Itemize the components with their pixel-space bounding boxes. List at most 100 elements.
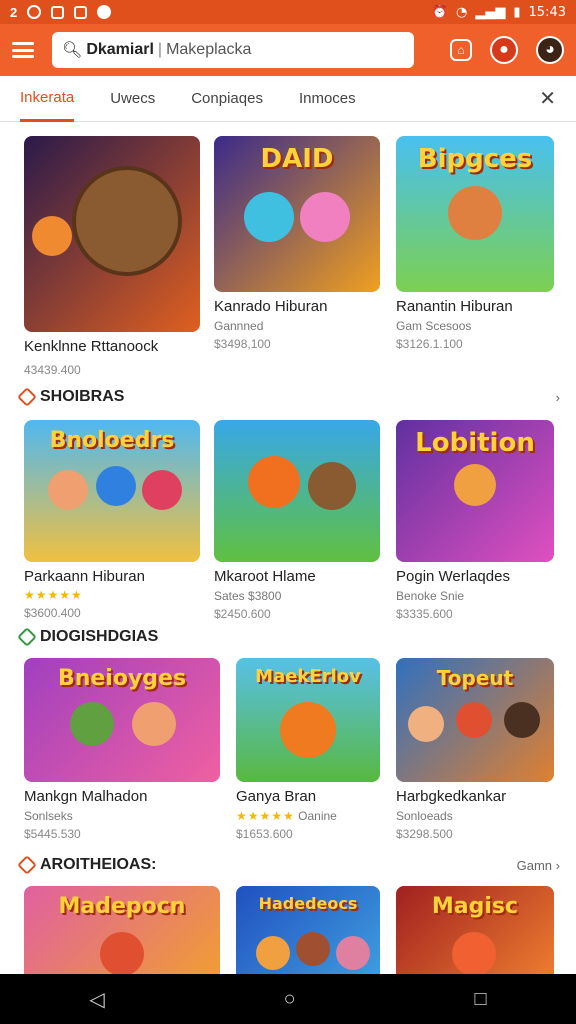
game-card[interactable]: MaekErlov Ganya Bran ★★★★★ Oanine $1653.… (236, 658, 380, 841)
notification-icon: 2 (10, 4, 18, 20)
game-category: Benoke Snie (396, 589, 465, 603)
game-price: $1653.600 (236, 827, 293, 841)
game-card[interactable]: Mkaroot Hlame Sates $3800 $2450.600 (214, 420, 380, 621)
game-name: Ganya Bran (236, 788, 317, 805)
game-card[interactable]: DAID Kanrado Hiburan Gannned $3498,100 (214, 136, 380, 351)
section-title: SHOIBRAS (40, 388, 125, 405)
battery-icon: ▮ (513, 4, 521, 20)
top-bar: 🔍︎ Dkamiarl | Makeplacka ⌂ ● ◕ (0, 24, 576, 76)
game-name: Mankgn Malhadon (24, 788, 148, 805)
game-card[interactable]: Topeut Harbgkedkankar Sonloeads $3298.50… (396, 658, 554, 841)
game-price: $3498,100 (214, 337, 271, 351)
mascot-image (244, 192, 294, 242)
game-thumbnail: Bipgces (396, 136, 554, 292)
game-thumbnail (214, 420, 380, 562)
cart-icon[interactable]: ⌂ (450, 39, 472, 61)
game-thumbnail: Bnoloedrs (24, 420, 200, 562)
mascot-image (48, 470, 88, 510)
game-name: Kenklnne Rttanoock (24, 338, 159, 355)
game-card[interactable]: Bipgces Ranantin Hiburan Gam Scesoos $31… (396, 136, 554, 351)
game-thumbnail (24, 136, 200, 332)
game-name: Mkaroot Hlame (214, 568, 316, 585)
game-category: Sates $3800 (214, 589, 282, 603)
tab-bar: Inkerata Uwecs Conpiaqes Inmoces ✕ (0, 76, 576, 122)
game-thumbnail: Bneioyges (24, 658, 220, 782)
mascot-image (248, 456, 300, 508)
see-more-link[interactable]: Gamn › (517, 858, 560, 873)
game-category: Sonlseks (24, 809, 73, 823)
mascot-image (504, 702, 540, 738)
rating-stars: ★★★★★ (236, 809, 295, 823)
mascot-image (142, 470, 182, 510)
mascot-image (456, 702, 492, 738)
rating-stars: ★★★★★ (24, 588, 83, 602)
mascot-image (96, 466, 136, 506)
menu-icon[interactable] (12, 42, 34, 58)
game-name: Parkaann Hiburan (24, 568, 145, 585)
game-thumbnail: Lobition (396, 420, 554, 562)
tab-inkerata[interactable]: Inkerata (20, 76, 75, 122)
game-rating-row: ★★★★★ Oanine (236, 809, 380, 823)
tab-inmoces[interactable]: Inmoces (299, 76, 356, 122)
section-header: DIOGISHDGIAS (17, 626, 560, 648)
game-art-title: Lobition (415, 428, 535, 458)
close-icon[interactable]: ✕ (539, 86, 556, 111)
game-price: $3600.400 (24, 606, 81, 620)
search-icon: 🔍︎ (62, 42, 83, 59)
game-thumbnail: Hadedeocs (236, 886, 380, 974)
game-card[interactable]: Hadedeocs (236, 886, 380, 974)
search-input[interactable]: 🔍︎ Dkamiarl | Makeplacka (52, 32, 414, 68)
recents-icon[interactable]: □ (474, 988, 486, 1011)
game-card[interactable]: Lobition Pogin Werlaqdes Benoke Snie $33… (396, 420, 554, 621)
mascot-image (308, 462, 356, 510)
home-icon[interactable]: ○ (284, 988, 296, 1011)
mascot-image (448, 186, 502, 240)
game-thumbnail: Topeut (396, 658, 554, 782)
game-card[interactable]: Kenklnne Rttanoock 43439.400 (24, 136, 200, 377)
section-icon (17, 627, 37, 647)
game-art-title: Topeut (436, 666, 514, 690)
mascot-image (336, 936, 370, 970)
back-icon[interactable]: ◁ (89, 987, 104, 1012)
game-art-title: Magisc (431, 894, 519, 919)
mascot-image (100, 932, 144, 974)
tab-uwecs[interactable]: Uwecs (110, 76, 155, 122)
clock: 15:43 (528, 4, 566, 20)
gallery-icon (51, 5, 65, 19)
game-price: 43439.400 (24, 363, 81, 377)
game-name: Ranantin Hiburan (396, 298, 513, 315)
game-name: Harbgkedkankar (396, 788, 507, 805)
game-price: $2450.600 (214, 607, 271, 621)
mascot-image (454, 464, 496, 506)
gift-icon[interactable]: ● (490, 36, 518, 64)
tab-conpiaqes[interactable]: Conpiaqes (191, 76, 263, 122)
see-more-link[interactable]: › (556, 390, 560, 405)
game-card[interactable]: Bnoloedrs Parkaann Hiburan ★★★★★ $3600.4… (24, 420, 200, 620)
game-card[interactable]: Bneioyges Mankgn Malhadon Sonlseks $5445… (24, 658, 220, 841)
game-card[interactable]: Magisc (396, 886, 554, 974)
mascot-image (300, 192, 350, 242)
see-more-label: Gamn (516, 857, 553, 873)
mascot-image (296, 932, 330, 966)
game-thumbnail: Magisc (396, 886, 554, 974)
chat-icon (97, 5, 112, 19)
game-name: Pogin Werlaqdes (396, 568, 510, 585)
wifi-icon: ◔ (456, 4, 468, 20)
section-title: DIOGISHDGIAS (40, 628, 159, 645)
game-art-title: Bipgces (417, 144, 533, 174)
calendar-icon (74, 5, 88, 19)
mascot-image (70, 702, 114, 746)
mascot-image (408, 706, 444, 742)
game-thumbnail: Madepocn (24, 886, 220, 974)
search-query: Dkamiarl (86, 41, 154, 58)
game-name: Kanrado Hiburan (214, 298, 328, 315)
store-content: Kenklnne Rttanoock 43439.400 DAID Kanrad… (0, 122, 576, 974)
app-icon (27, 5, 42, 19)
system-nav-bar: ◁ ○ □ (0, 974, 576, 1024)
avatar[interactable]: ◕ (536, 36, 564, 64)
game-category: Gam Scesoos (396, 319, 472, 333)
section-header: SHOIBRAS › (17, 386, 560, 408)
game-art-title: Hadedeocs (258, 894, 358, 913)
mascot-image (280, 702, 336, 758)
game-card[interactable]: Madepocn (24, 886, 220, 974)
